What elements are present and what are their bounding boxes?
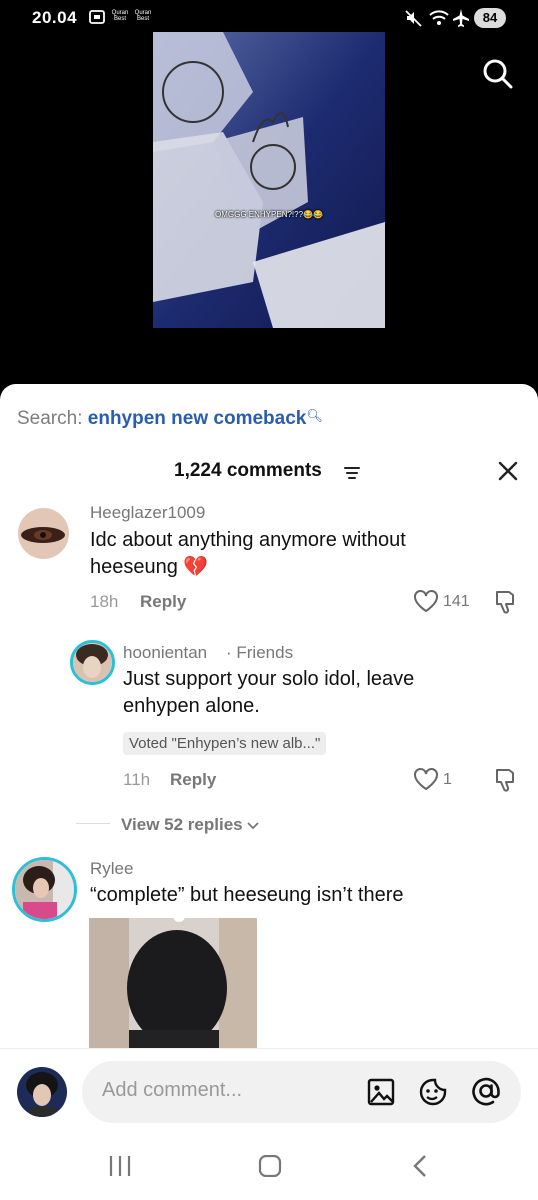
comment-username[interactable]: hoonientan <box>123 643 207 663</box>
view-replies-label: View 52 replies <box>121 815 243 834</box>
sticker-icon[interactable] <box>418 1077 448 1112</box>
battery-indicator: 84 <box>474 8 506 28</box>
vote-badge[interactable]: Voted "Enhypen’s new alb..." <box>123 732 327 755</box>
related-search[interactable]: Search: enhypen new comeback🔍︎ <box>17 408 323 430</box>
comment-image[interactable] <box>89 918 257 1048</box>
friends-badge: · Friends <box>226 643 294 662</box>
comment-username[interactable]: Heeglazer1009 <box>90 503 205 523</box>
image-icon[interactable] <box>366 1077 396 1112</box>
video-frame-image <box>153 32 385 328</box>
search-term-link[interactable]: enhypen new comeback <box>88 408 307 429</box>
close-icon[interactable] <box>497 460 519 487</box>
video-caption: OMGGG ENHYPEN?!??😂😂 <box>215 210 323 219</box>
video-player[interactable]: OMGGG ENHYPEN?!??😂😂 <box>153 32 385 328</box>
avatar[interactable] <box>17 1067 67 1117</box>
status-bar: 20.04 Quran Best Quran Best 84 <box>0 0 538 36</box>
comment-time: 18h <box>90 592 119 611</box>
search-icon[interactable] <box>482 58 514 95</box>
avatar[interactable] <box>12 857 77 922</box>
mention-icon[interactable] <box>470 1075 502 1112</box>
home-icon[interactable] <box>258 1154 282 1182</box>
comment-username[interactable]: Rylee <box>90 859 133 879</box>
like-count: 141 <box>443 593 470 610</box>
view-replies-button[interactable]: View 52 replies <box>121 815 259 835</box>
sort-filter-icon[interactable] <box>344 466 360 485</box>
add-comment-input[interactable]: Add comment... <box>82 1061 521 1123</box>
heart-icon[interactable] <box>413 767 439 796</box>
dislike-icon[interactable] <box>494 589 518 620</box>
quran-notification-icon: Quran Best <box>111 10 129 22</box>
like-count: 1 <box>443 771 452 788</box>
screenshot-icon <box>88 8 106 31</box>
heart-icon[interactable] <box>413 589 439 618</box>
reply-button[interactable]: Reply <box>140 592 186 612</box>
comment-text: “complete” but heeseung isn’t there <box>90 884 404 906</box>
comment-text: Idc about anything anymore without heese… <box>90 529 406 578</box>
system-navigation-bar <box>0 1136 538 1200</box>
chevron-down-icon <box>247 822 259 830</box>
recent-apps-icon[interactable] <box>108 1155 132 1182</box>
search-small-icon: 🔍︎ <box>306 408 323 423</box>
quran-notification-icon: Quran Best <box>134 10 152 22</box>
comment-time: 11h <box>123 770 151 789</box>
comments-count: 1,224 comments <box>174 460 322 481</box>
divider <box>76 823 110 824</box>
search-label: Search: <box>17 408 83 429</box>
status-time: 20.04 <box>32 8 78 27</box>
comments-header: 1,224 comments <box>0 460 538 486</box>
avatar[interactable] <box>70 640 115 685</box>
back-icon[interactable] <box>412 1154 428 1183</box>
airplane-icon <box>452 8 470 33</box>
comment-composer: Add comment... <box>0 1048 538 1136</box>
mute-icon <box>404 8 424 33</box>
avatar[interactable] <box>18 508 69 559</box>
dislike-icon[interactable] <box>494 767 518 798</box>
add-comment-placeholder: Add comment... <box>102 1079 243 1101</box>
wifi-icon <box>428 8 450 33</box>
comment-text: Just support your solo idol, leave enhyp… <box>123 668 415 717</box>
reply-button[interactable]: Reply <box>170 770 216 790</box>
